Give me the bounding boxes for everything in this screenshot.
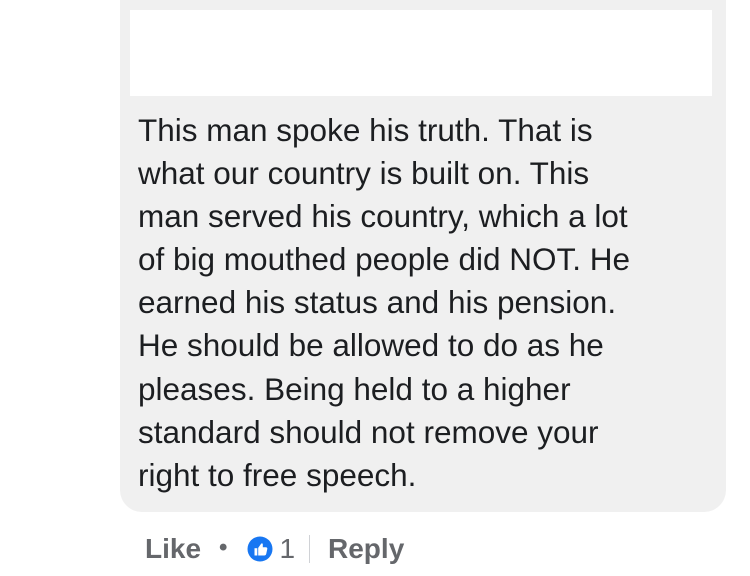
separator-dot: • [219, 534, 228, 561]
thumbs-up-icon[interactable] [247, 536, 273, 562]
divider [309, 535, 311, 563]
like-button[interactable]: Like [145, 533, 201, 565]
comment-text: This man spoke his truth. That is what o… [138, 112, 631, 493]
reaction-count[interactable]: 1 [279, 533, 295, 565]
comment-actions: Like • 1 Reply [145, 527, 404, 571]
media-placeholder [130, 10, 712, 96]
reply-button[interactable]: Reply [328, 533, 404, 565]
